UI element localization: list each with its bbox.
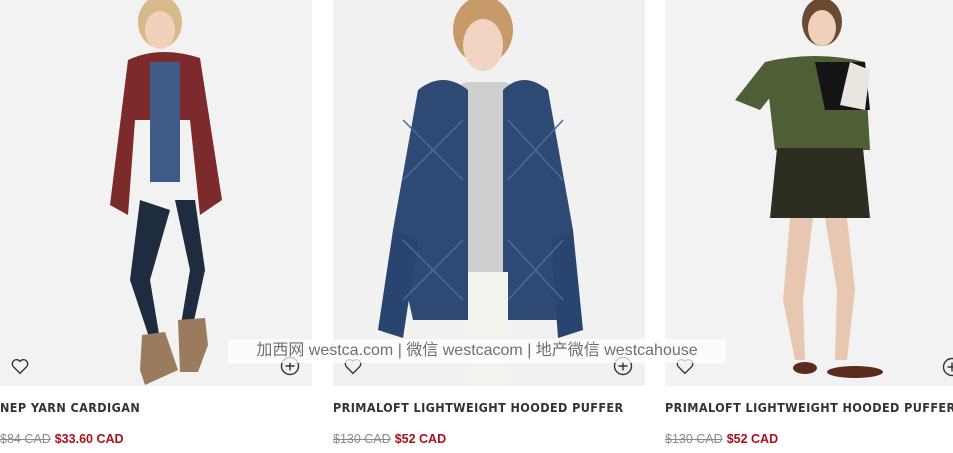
product-image[interactable] [665, 0, 953, 386]
sale-price: $52 CAD [726, 432, 779, 446]
sale-price: $33.60 CAD [54, 432, 124, 446]
sale-price: $52 CAD [394, 432, 447, 446]
original-price: $84 CAD [0, 432, 51, 446]
product-card[interactable]: PRIMALOFT LIGHTWEIGHT HOODED PUFFER $130… [665, 0, 953, 453]
product-price: $130 CAD $52 CAD [665, 432, 778, 446]
original-price: $130 CAD [333, 432, 391, 446]
original-price: $130 CAD [665, 432, 723, 446]
product-card[interactable]: PRIMALOFT LIGHTWEIGHT HOODED PUFFER $130… [333, 0, 645, 453]
model-photo-puffer-olive [665, 0, 953, 386]
quick-add-plus-icon[interactable] [942, 357, 953, 377]
product-image[interactable] [0, 0, 312, 386]
wishlist-heart-icon[interactable] [9, 355, 31, 377]
product-price: $130 CAD $52 CAD [333, 432, 446, 446]
product-price: $84 CAD $33.60 CAD [0, 432, 124, 446]
product-image[interactable] [333, 0, 645, 386]
watermark-overlay: 加西网 westca.com | 微信 westcacom | 地产微信 wes… [228, 339, 726, 363]
product-name[interactable]: NEP YARN CARDIGAN [0, 400, 140, 415]
model-photo-cardigan [0, 0, 312, 386]
product-name[interactable]: PRIMALOFT LIGHTWEIGHT HOODED PUFFER [333, 400, 624, 415]
product-card[interactable]: NEP YARN CARDIGAN $84 CAD $33.60 CAD [0, 0, 312, 453]
product-name[interactable]: PRIMALOFT LIGHTWEIGHT HOODED PUFFER [665, 400, 953, 415]
model-photo-puffer-navy [333, 0, 645, 386]
